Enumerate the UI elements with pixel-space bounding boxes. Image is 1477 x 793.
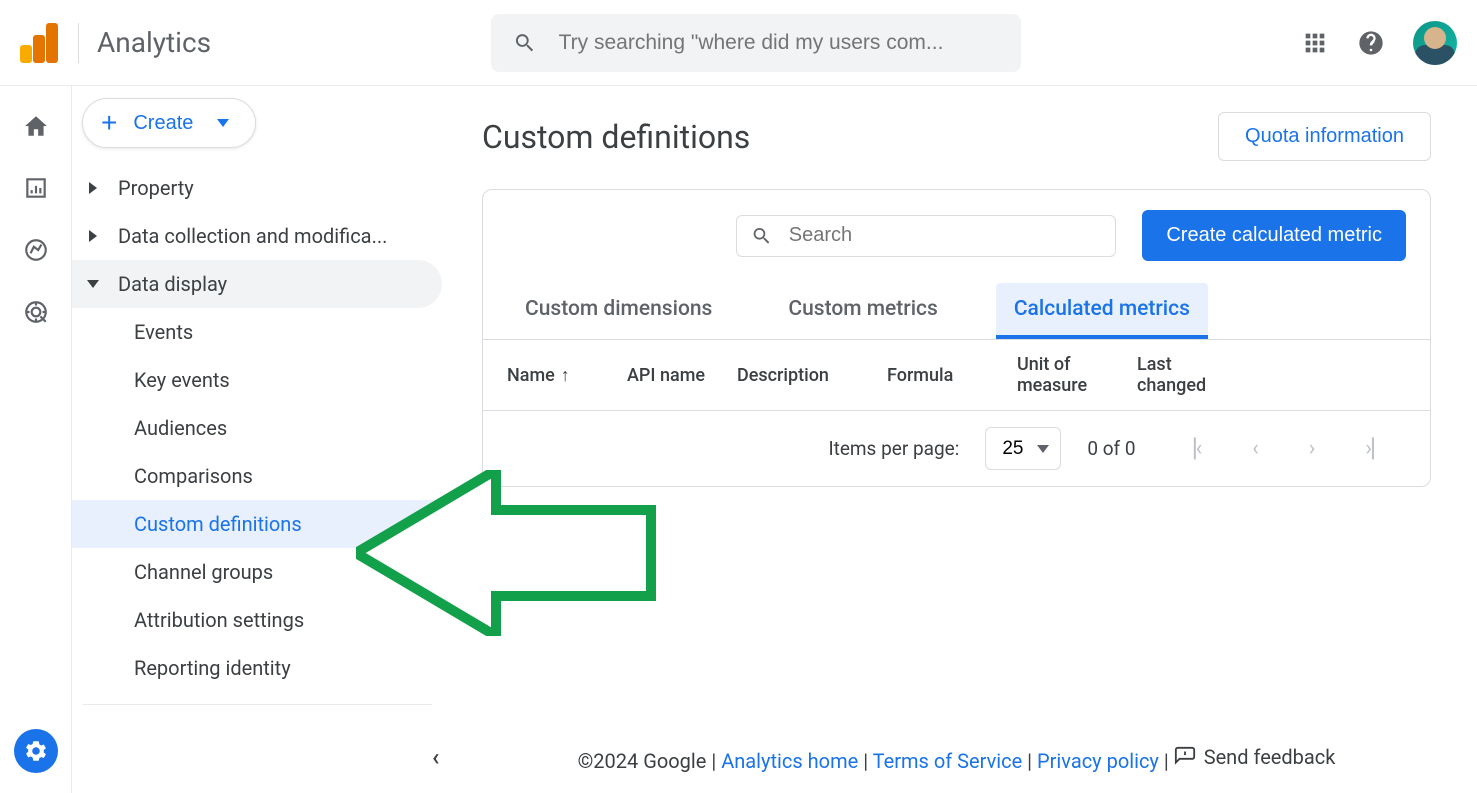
nav-item-label: Key events	[134, 368, 230, 392]
feedback-icon	[1174, 746, 1196, 768]
divider	[82, 704, 432, 705]
quota-information-button[interactable]: Quota information	[1218, 112, 1431, 161]
top-app-bar: Analytics	[0, 0, 1477, 86]
nav-item-label: Reporting identity	[134, 656, 291, 680]
plus-icon: +	[101, 109, 117, 137]
logo-title-group: Analytics	[20, 23, 211, 63]
caret-down-icon	[217, 119, 229, 127]
admin-settings-fab[interactable]	[14, 729, 58, 773]
create-button-label: Create	[133, 112, 193, 135]
nav-item-property[interactable]: Property	[72, 164, 442, 212]
send-feedback[interactable]: Send feedback	[1174, 745, 1336, 769]
nav-item-label: Channel groups	[134, 560, 273, 584]
footer-link-analytics-home[interactable]: Analytics home	[721, 749, 858, 773]
help-icon[interactable]	[1357, 29, 1385, 57]
advertising-icon[interactable]	[22, 298, 50, 326]
reports-icon[interactable]	[22, 174, 50, 202]
subnav-reporting-identity[interactable]: Reporting identity	[72, 644, 442, 692]
home-icon[interactable]	[22, 112, 50, 140]
main-content: Custom definitions Quota information Cre…	[442, 86, 1477, 793]
table-header: Name↑ API name Description Formula Unit …	[483, 339, 1430, 410]
paginator: Items per page: 25 0 of 0 ⎹‹ ‹ › ›⎸	[483, 410, 1430, 486]
nav-item-label: Data display	[118, 272, 227, 296]
subnav-key-events[interactable]: Key events	[72, 356, 442, 404]
search-icon	[513, 30, 537, 56]
nav-item-data-display[interactable]: Data display	[72, 260, 442, 308]
footer-link-terms[interactable]: Terms of Service	[873, 749, 1023, 773]
column-unit-of-measure[interactable]: Unit of measure	[1017, 354, 1107, 396]
subnav-events[interactable]: Events	[72, 308, 442, 356]
first-page-icon[interactable]: ⎹‹	[1162, 436, 1215, 461]
apps-grid-icon[interactable]	[1301, 29, 1329, 57]
table-search[interactable]	[736, 215, 1116, 257]
last-page-icon[interactable]: ›⎸	[1353, 436, 1406, 461]
paginator-label: Items per page:	[828, 437, 959, 460]
nav-item-data-collection[interactable]: Data collection and modifica...	[72, 212, 442, 260]
collapse-nav-icon[interactable]: ‹	[432, 743, 439, 771]
page-size-select[interactable]: 25	[985, 427, 1061, 470]
analytics-logo-icon	[20, 23, 58, 63]
nav-item-label: Property	[118, 176, 194, 200]
nav-item-label: Attribution settings	[134, 608, 304, 632]
nav-item-label: Comparisons	[134, 464, 253, 488]
global-search[interactable]	[491, 14, 1021, 72]
definitions-card: Create calculated metric Custom dimensio…	[482, 189, 1431, 487]
global-search-input[interactable]	[559, 31, 999, 55]
column-api-name[interactable]: API name	[627, 354, 707, 396]
caret-down-icon	[87, 280, 99, 288]
explore-icon[interactable]	[22, 236, 50, 264]
prev-page-icon[interactable]: ‹	[1240, 436, 1271, 461]
footer: ©2024 Google | Analytics home | Terms of…	[482, 725, 1431, 783]
tab-custom-dimensions[interactable]: Custom dimensions	[507, 283, 730, 339]
left-icon-rail	[0, 86, 72, 793]
column-last-changed[interactable]: Last changed	[1137, 354, 1227, 396]
tab-custom-metrics[interactable]: Custom metrics	[770, 283, 955, 339]
column-formula[interactable]: Formula	[887, 354, 987, 396]
next-page-icon[interactable]: ›	[1297, 436, 1328, 461]
page-title: Custom definitions	[482, 118, 750, 156]
search-icon	[751, 224, 772, 248]
create-button[interactable]: + Create	[82, 98, 256, 148]
nav-item-label: Data collection and modifica...	[118, 224, 387, 248]
nav-item-label: Audiences	[134, 416, 227, 440]
sort-ascending-icon: ↑	[561, 365, 570, 386]
nav-item-label: Custom definitions	[134, 512, 302, 536]
subnav-channel-groups[interactable]: Channel groups	[72, 548, 442, 596]
subnav-custom-definitions[interactable]: Custom definitions	[72, 500, 442, 548]
send-feedback-label: Send feedback	[1204, 745, 1336, 769]
subnav-audiences[interactable]: Audiences	[72, 404, 442, 452]
caret-right-icon	[89, 230, 97, 242]
footer-link-privacy[interactable]: Privacy policy	[1037, 749, 1159, 773]
tab-calculated-metrics[interactable]: Calculated metrics	[996, 283, 1208, 339]
caret-right-icon	[89, 182, 97, 194]
side-navigation: + Create Property Data collection and mo…	[72, 86, 442, 793]
account-avatar[interactable]	[1413, 21, 1457, 65]
table-search-input[interactable]	[789, 224, 1102, 247]
subnav-attribution-settings[interactable]: Attribution settings	[72, 596, 442, 644]
subnav-comparisons[interactable]: Comparisons	[72, 452, 442, 500]
create-calculated-metric-button[interactable]: Create calculated metric	[1142, 210, 1406, 261]
tab-bar: Custom dimensions Custom metrics Calcula…	[483, 283, 1430, 339]
column-name[interactable]: Name↑	[507, 354, 597, 396]
app-title: Analytics	[78, 23, 211, 63]
footer-copyright: ©2024 Google	[578, 749, 707, 773]
paginator-range: 0 of 0	[1087, 437, 1135, 460]
column-description[interactable]: Description	[737, 354, 857, 396]
nav-item-label: Events	[134, 320, 193, 344]
